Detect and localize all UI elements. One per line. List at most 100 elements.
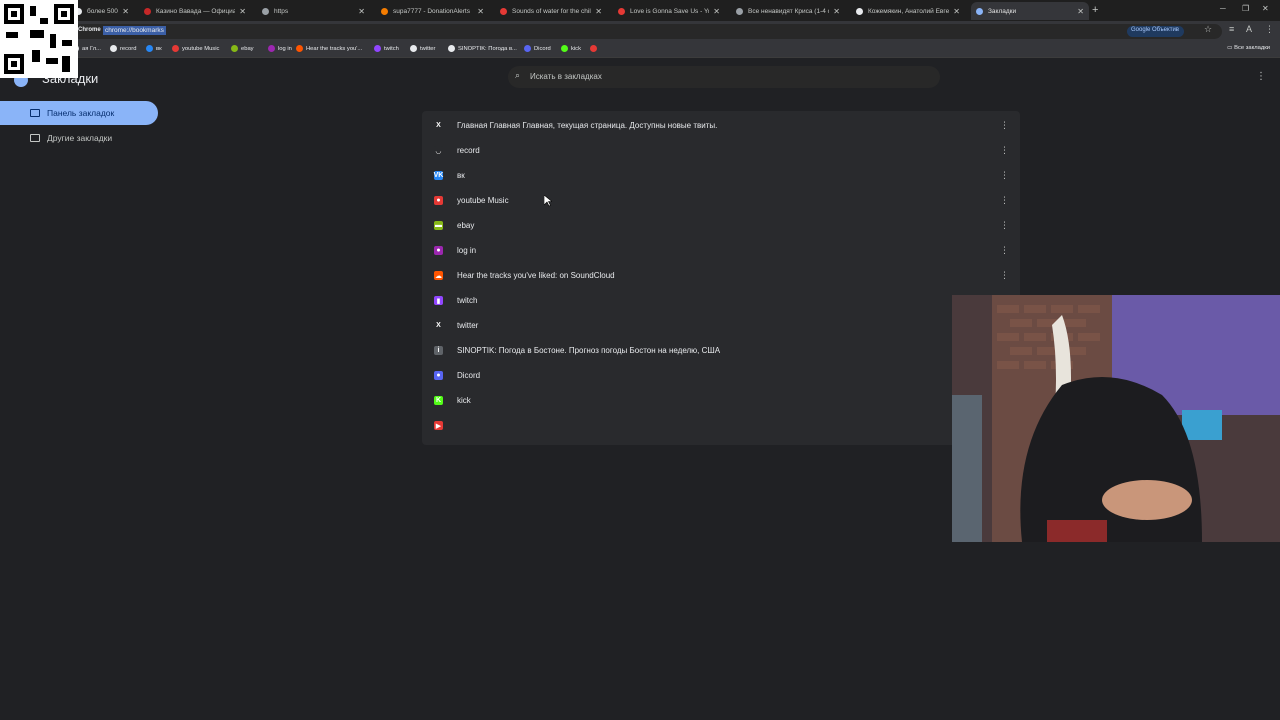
browser-tab[interactable]: Казино Вавада — Официальный✕ <box>139 2 251 20</box>
bookmark-bar-item[interactable]: youtube Music <box>172 45 219 52</box>
bookmark-favicon-icon <box>374 45 381 52</box>
close-tab-icon[interactable]: ✕ <box>713 7 720 16</box>
close-tab-icon[interactable]: ✕ <box>1077 7 1084 16</box>
bookmark-bar-item[interactable]: twitch <box>374 45 399 52</box>
tab-title: https <box>274 7 289 15</box>
bookmark-bar-item[interactable]: Dicord <box>524 45 551 52</box>
bookmark-bar-item[interactable]: ebay <box>231 45 254 52</box>
minimize-icon[interactable]: ─ <box>1220 4 1226 13</box>
sidebar-item-label: Другие закладки <box>47 133 113 143</box>
close-tab-icon[interactable]: ✕ <box>833 7 840 16</box>
vk-icon: VK <box>433 171 444 180</box>
bookmark-bar-item[interactable]: record <box>110 45 136 52</box>
x-icon: X <box>434 121 443 130</box>
browser-tab[interactable]: более 5000 ✕ <box>70 2 134 20</box>
more-actions-icon[interactable]: ⋮ <box>1000 195 1009 206</box>
login-icon: ● <box>434 246 443 255</box>
more-actions-icon[interactable]: ⋮ <box>1000 145 1009 156</box>
browser-tab[interactable]: supa7777 - DonationAlerts ✕ <box>376 2 489 20</box>
bookmark-bar-label: youtube Music <box>182 45 220 52</box>
bookmark-bar-item[interactable]: SINOPTIK: Погода в... <box>448 45 517 52</box>
close-tab-icon[interactable]: ✕ <box>239 7 246 16</box>
browser-tab[interactable]: Love is Gonna Save Us - You ✕ <box>613 2 725 20</box>
bookmark-bar-item[interactable] <box>590 45 600 52</box>
bookmark-row[interactable]: ▬ ebay ⋮ <box>422 213 1020 238</box>
tab-search-icon[interactable]: ≡ <box>1229 24 1234 34</box>
more-actions-icon[interactable]: ⋮ <box>1000 270 1009 281</box>
more-actions-icon[interactable]: ⋮ <box>1000 120 1009 131</box>
bookmark-bar-label: ebay <box>241 45 254 52</box>
bookmark-title: SINOPTIK: Погода в Бостоне. Прогноз пого… <box>457 346 721 355</box>
bookmark-bar-label: twitch <box>384 45 399 52</box>
bookmark-row[interactable]: ◡ record ⋮ <box>422 138 1020 163</box>
tab-favicon-icon <box>736 7 743 15</box>
more-actions-icon[interactable]: ⋮ <box>1000 220 1009 231</box>
bookmark-row[interactable]: ● Dicord <box>422 363 1020 388</box>
all-bookmarks-button[interactable]: ▭ Все закладки <box>1227 45 1270 51</box>
page-menu-icon[interactable]: ⋮ <box>1256 71 1266 82</box>
bookmark-title: kick <box>457 396 471 405</box>
bookmark-row[interactable]: Kkick <box>422 388 1020 413</box>
browser-tab[interactable]: Sounds of water for the child to ✕ <box>495 2 607 20</box>
discord-icon: ● <box>434 371 443 380</box>
sidebar-item-other-bookmarks[interactable]: Другие закладки <box>0 126 158 150</box>
close-tab-icon[interactable]: ✕ <box>358 7 365 16</box>
browser-tab[interactable]: Кожемякин, Анатолий Евгень ✕ <box>851 2 965 20</box>
mouse-cursor-icon <box>544 195 552 207</box>
bookmark-favicon-icon <box>146 45 153 52</box>
bookmark-row[interactable]: i SINOPTIK: Погода в Бостоне. Прогноз пог… <box>422 338 1020 363</box>
profile-icon[interactable]: A <box>1246 24 1252 34</box>
tab-title: Love is Gonna Save Us - You <box>630 7 710 15</box>
folder-icon <box>30 109 40 117</box>
close-tab-icon[interactable]: ✕ <box>122 7 129 16</box>
browser-tab[interactable]: Все ненавидят Криса (1-4 сез ✕ <box>731 2 845 20</box>
bookmark-row[interactable]: ● log in ⋮ <box>422 238 1020 263</box>
tab-favicon-icon <box>262 7 269 15</box>
browser-menu-icon[interactable]: ⋮ <box>1265 24 1274 35</box>
bookmark-favicon-icon <box>231 45 238 52</box>
bookmark-row[interactable]: VK вк ⋮ <box>422 163 1020 188</box>
bookmark-row[interactable]: ☁ Hear the tracks you've liked: on SoundC… <box>422 263 1020 288</box>
bookmarks-search-input[interactable]: ⌕ Искать в закладках <box>508 66 940 88</box>
bookmark-bar-item[interactable]: twitter <box>410 45 435 52</box>
bookmark-row[interactable]: ● youtube Music ⋮ <box>422 188 1020 213</box>
record-icon: ◡ <box>434 146 443 155</box>
browser-tab[interactable]: https ✕ <box>257 2 370 20</box>
ebay-icon: ▬ <box>434 221 443 230</box>
bookmark-title: Dicord <box>457 371 481 380</box>
bookmark-row[interactable]: Xtwitter <box>422 313 1020 338</box>
bookmark-bar-item[interactable]: kick <box>561 45 581 52</box>
star-icon[interactable]: ☆ <box>1204 24 1212 35</box>
close-tab-icon[interactable]: ✕ <box>477 7 484 16</box>
bookmark-bar-item[interactable]: вк <box>146 45 162 52</box>
more-actions-icon[interactable]: ⋮ <box>1000 245 1009 256</box>
bookmark-bar-label: kick <box>571 45 581 52</box>
tab-favicon-icon <box>144 7 151 15</box>
tab-favicon-icon <box>976 7 983 15</box>
bookmark-row[interactable]: ▶ <box>422 413 1020 438</box>
maximize-icon[interactable]: ❐ <box>1242 4 1249 13</box>
bookmark-bar-item[interactable]: log in <box>268 45 292 52</box>
search-placeholder: Искать в закладках <box>530 72 602 81</box>
bookmark-bar-label: вк <box>156 45 162 52</box>
more-actions-icon[interactable]: ⋮ <box>1000 170 1009 181</box>
sidebar-item-bookmarks-bar[interactable]: Панель закладок <box>0 101 158 125</box>
new-tab-button[interactable]: + <box>1092 4 1098 16</box>
close-window-icon[interactable]: ✕ <box>1262 4 1269 13</box>
bookmark-bar-item[interactable]: Hear the tracks you'... <box>296 45 362 52</box>
tab-favicon-icon <box>618 7 625 15</box>
bookmark-list: X Главная Главная Главная, текущая страни… <box>422 111 1020 445</box>
tab-favicon-icon <box>856 7 863 15</box>
browser-tab[interactable]: Закладки ✕ <box>971 2 1089 20</box>
tab-strip: + ─ ❐ ✕ более 5000 ✕ Казино Вавада — Офици… <box>0 0 1280 21</box>
bookmark-bar-label: Hear the tracks you'... <box>306 45 363 52</box>
bookmark-row[interactable]: X Главная Главная Главная, текущая страни… <box>422 113 1020 138</box>
bookmark-row[interactable]: ▮ twitch <box>422 288 1020 313</box>
google-lens-button[interactable]: Google Объектив <box>1127 26 1184 37</box>
address-bar[interactable]: Chrome chrome://bookmarks Google Объекти… <box>72 24 1222 39</box>
close-tab-icon[interactable]: ✕ <box>953 7 960 16</box>
bookmark-favicon-icon <box>268 45 275 52</box>
close-tab-icon[interactable]: ✕ <box>595 7 602 16</box>
omnibox-url[interactable]: chrome://bookmarks <box>103 26 166 35</box>
tab-title: Sounds of water for the child to <box>512 7 591 15</box>
